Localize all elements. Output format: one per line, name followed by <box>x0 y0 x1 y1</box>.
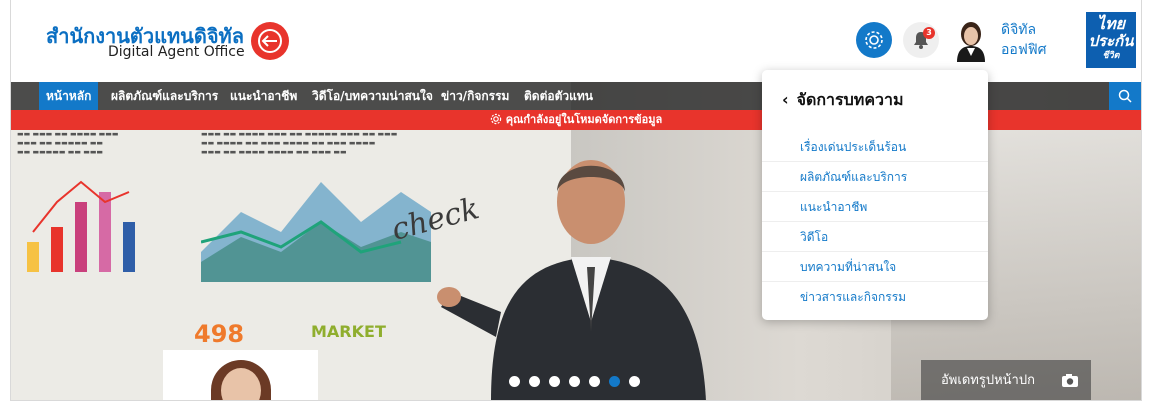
dropdown-item-products[interactable]: ผลิตภัณฑ์และบริการ <box>762 162 988 192</box>
app-frame: สำนักงานตัวแทนดิจิทัล Digital Agent Offi… <box>10 0 1142 401</box>
whiteboard-text-block: ▬▬ ▬▬▬ ▬▬ ▬▬▬▬ ▬▬▬ ▬▬▬ ▬▬ ▬▬▬▬▬ ▬▬ ▬▬ ▬▬▬▬… <box>17 130 119 156</box>
update-cover-button[interactable]: อัพเดทรูปหน้าปก <box>921 360 1091 400</box>
dropdown-list: เรื่องเด่นประเด็นร้อน ผลิตภัณฑ์และบริการ… <box>762 132 988 312</box>
settings-gear-icon[interactable] <box>856 22 892 58</box>
nav-item-products[interactable]: ผลิตภัณฑ์และบริการ <box>104 82 225 110</box>
whiteboard-bar-chart <box>27 180 135 272</box>
dropdown-item-video[interactable]: วิดีโอ <box>762 222 988 252</box>
carousel-dots <box>509 372 649 387</box>
nav-item-contact[interactable]: ติดต่อตัวแทน <box>517 82 600 110</box>
nav-item-news[interactable]: ข่าว/กิจกรรม <box>434 82 516 110</box>
gear-icon <box>490 113 501 125</box>
carousel-dot[interactable] <box>629 376 640 387</box>
manage-articles-dropdown: ‹ จัดการบทความ เรื่องเด่นประเด็นร้อน ผลิต… <box>762 70 988 320</box>
camera-icon <box>1062 374 1078 387</box>
whiteboard-market-text: MARKET <box>311 322 386 341</box>
carousel-dot[interactable] <box>529 376 540 387</box>
dropdown-item-articles[interactable]: บทความที่น่าสนใจ <box>762 252 988 282</box>
partner-logo-line2: ประกัน <box>1088 32 1134 50</box>
carousel-dot[interactable] <box>549 376 560 387</box>
chevron-left-icon: ‹ <box>782 90 789 109</box>
update-cover-label: อัพเดทรูปหน้าปก <box>941 373 1035 388</box>
dropdown-item-careers[interactable]: แนะนำอาชีพ <box>762 192 988 222</box>
edit-mode-alert-text: คุณกำลังอยู่ในโหมดจัดการข้อมูล <box>505 113 663 126</box>
dropdown-title: จัดการบทความ <box>796 90 904 109</box>
user-name-line1: ดิจิทัล <box>1001 22 1037 38</box>
brand-title-english: Digital Agent Office <box>108 44 245 60</box>
partner-logo-line3: ชีวิต <box>1102 51 1120 61</box>
partner-logo-line1: ไทย <box>1097 14 1125 33</box>
carousel-dot-active[interactable] <box>609 376 620 387</box>
nav-item-home[interactable]: หน้าหลัก <box>39 82 99 110</box>
dropdown-item-news[interactable]: ข่าวสารและกิจกรรม <box>762 282 988 312</box>
hero-presenter-image <box>437 160 706 400</box>
notification-bell-icon[interactable]: 3 <box>903 22 939 58</box>
user-avatar[interactable] <box>951 18 991 62</box>
nav-item-videos[interactable]: วิดีโอ/บทความน่าสนใจ <box>305 82 440 110</box>
carousel-dot[interactable] <box>589 376 600 387</box>
logout-icon[interactable] <box>251 22 289 60</box>
notification-badge: 3 <box>923 27 935 39</box>
dropdown-back-header[interactable]: ‹ จัดการบทความ <box>782 88 904 113</box>
partner-logo: ไทย ประกัน ชีวิต <box>1086 12 1136 68</box>
whiteboard-number: 498 <box>194 320 245 348</box>
search-icon[interactable] <box>1109 82 1141 110</box>
carousel-dot[interactable] <box>509 376 520 387</box>
user-name-line2: ออฟฟิศ <box>1001 42 1047 58</box>
profile-photo-card[interactable] <box>163 350 318 400</box>
carousel-dot[interactable] <box>569 376 580 387</box>
user-name[interactable]: ดิจิทัล ออฟฟิศ <box>1001 20 1061 60</box>
nav-item-careers[interactable]: แนะนำอาชีพ <box>223 82 304 110</box>
dropdown-item-hot-topics[interactable]: เรื่องเด่นประเด็นร้อน <box>762 132 988 162</box>
